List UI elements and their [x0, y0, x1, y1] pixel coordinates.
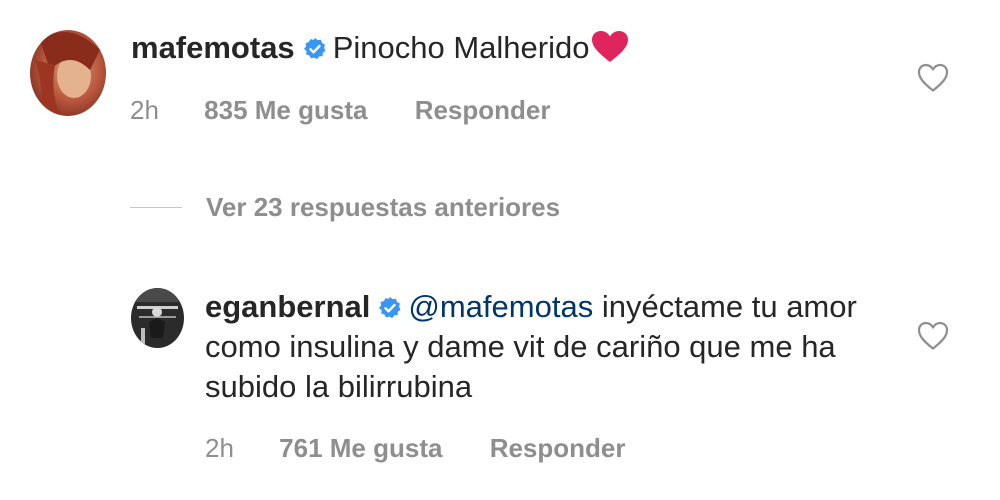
verified-badge-icon — [303, 31, 327, 59]
view-previous-replies-button[interactable]: Ver 23 respuestas anteriores — [130, 190, 560, 224]
reply-body: eganbernal @mafemotas inyéctame tu amor … — [205, 287, 885, 407]
comment-likes-link[interactable]: 835 Me gusta — [204, 95, 367, 126]
comment-username[interactable]: mafemotas — [131, 30, 295, 65]
reply-button[interactable]: Responder — [415, 95, 551, 126]
comment-timestamp: 2h — [130, 95, 159, 125]
reply-button[interactable]: Responder — [490, 433, 626, 464]
heart-outline-icon[interactable] — [917, 321, 949, 351]
mention-link[interactable]: @mafemotas — [408, 289, 593, 324]
reply-meta: 2h 761 Me gusta Responder — [205, 433, 626, 464]
reply-likes-link[interactable]: 761 Me gusta — [279, 433, 442, 464]
reply-username[interactable]: eganbernal — [205, 289, 370, 324]
heart-outline-icon[interactable] — [917, 63, 949, 93]
divider-line — [130, 206, 182, 208]
avatar[interactable] — [30, 30, 106, 116]
heart-emoji — [591, 30, 629, 64]
avatar[interactable] — [131, 288, 184, 348]
verified-badge-icon — [378, 290, 402, 318]
reply-timestamp: 2h — [205, 433, 234, 463]
comment-message: Pinocho Malherido — [332, 30, 590, 65]
comment-meta: 2h 835 Me gusta Responder — [130, 95, 551, 126]
comment-body: mafemotas Pinocho Malherido — [131, 28, 891, 68]
comments-panel: mafemotas Pinocho Malherido 2h 835 Me gu… — [0, 0, 1000, 500]
view-replies-label: Ver 23 respuestas anteriores — [206, 191, 561, 222]
